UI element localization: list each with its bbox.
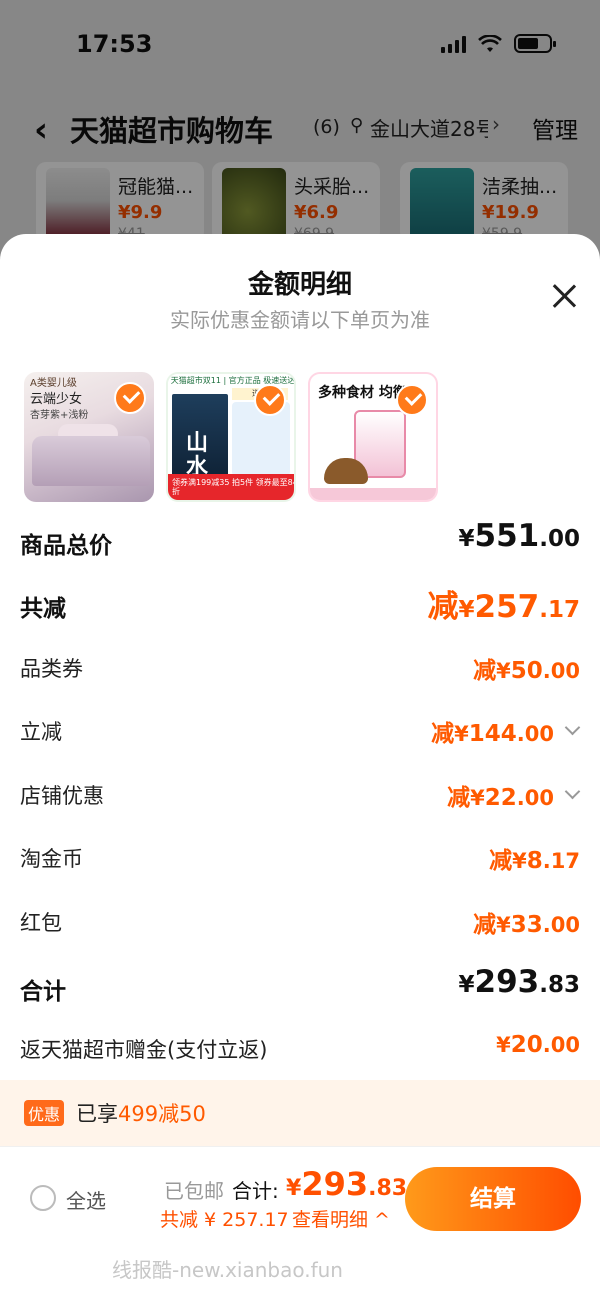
- sheet-subtitle: 实际优惠金额请以下单页为准: [170, 308, 430, 332]
- row-value: 减¥22.00: [447, 785, 554, 811]
- row-label: 合计: [20, 979, 66, 1005]
- book-cover-title: 山水: [186, 431, 209, 480]
- row-value: 减¥257.17: [427, 589, 580, 625]
- total-value: ¥293.83: [286, 1165, 408, 1203]
- thumb-title: 多种食材 均衡: [318, 385, 407, 401]
- row-label: 返天猫超市赠金(支付立返): [20, 1038, 268, 1062]
- select-all-checkbox[interactable]: [30, 1185, 56, 1211]
- row-cashback: 返天猫超市赠金(支付立返) ¥20.00: [20, 1028, 580, 1068]
- row-red-packet: 红包 减¥33.00: [20, 901, 580, 941]
- row-category-coupon: 品类券 减¥50.00: [20, 647, 580, 687]
- product-thumbnail[interactable]: A类婴儿级 云端少女 杏芽紫+浅粉: [24, 372, 154, 502]
- bedding-illustration: [32, 436, 150, 486]
- chevron-down-icon[interactable]: [564, 783, 581, 800]
- row-label: 商品总价: [20, 533, 112, 559]
- row-label: 立减: [20, 720, 62, 744]
- row-subtotal: 合计 ¥293.83: [20, 964, 580, 1006]
- thumb-title: 云端少女: [30, 392, 83, 407]
- row-value: ¥293.83: [458, 964, 580, 1000]
- row-value: 减¥144.00: [431, 721, 554, 747]
- row-total-reduction: 共减 减¥257.17: [20, 583, 580, 625]
- watermark-text: 线报酷-new.xianbao.fun: [112, 1258, 343, 1282]
- checkmark-icon[interactable]: [254, 384, 286, 416]
- promo-strip: 领券满199减35 拍5件 领券最至84折: [168, 474, 296, 500]
- select-all-label[interactable]: 全选: [66, 1185, 106, 1214]
- product-thumbnails: A类婴儿级 云端少女 杏芽紫+浅粉 天猫超市双11 | 官方正品 极速送达 山水…: [24, 372, 584, 502]
- chevron-down-icon[interactable]: [564, 719, 581, 736]
- row-taojinbi: 淘金币 减¥8.17: [20, 837, 580, 877]
- sheet-title: 金额明细: [247, 270, 352, 300]
- row-store-discount[interactable]: 店铺优惠 减¥22.00: [20, 774, 581, 814]
- row-total-price: 商品总价 ¥551.00: [20, 518, 580, 560]
- product-thumbnail[interactable]: 天猫超市双11 | 官方正品 极速送达 山水 道理 领券满199减35 拍5件 …: [166, 372, 296, 502]
- promo-bar: 优惠 已享499减50: [0, 1080, 600, 1146]
- free-shipping-label: 已包邮: [164, 1179, 224, 1203]
- row-label: 店铺优惠: [20, 784, 104, 808]
- row-value: ¥551.00: [458, 518, 580, 554]
- row-value: 减¥8.17: [489, 848, 580, 874]
- row-value: 减¥33.00: [473, 912, 580, 938]
- total-label: 合计:: [232, 1179, 279, 1203]
- checkout-footer: 全选 已包邮 合计: ¥293.83 共减 ¥ 257.17 查看明细 ^ 结算: [0, 1146, 600, 1256]
- row-label: 红包: [20, 911, 62, 935]
- row-label: 淘金币: [20, 847, 83, 871]
- product-thumbnail[interactable]: 多种食材 均衡: [308, 372, 438, 502]
- promo-text: 已享499减50: [76, 1102, 206, 1126]
- row-value: ¥20.00: [496, 1032, 580, 1058]
- book-cover: 山水: [172, 394, 228, 480]
- promo-strip-text: 领券满199减35 拍5件 领券最至84折: [172, 478, 296, 496]
- thumb-tag: A类婴儿级: [30, 378, 77, 389]
- row-label: 品类券: [20, 657, 83, 681]
- row-instant-discount[interactable]: 立减 减¥144.00: [20, 710, 581, 750]
- discount-badge: 优惠: [24, 1100, 65, 1126]
- view-details-link[interactable]: 查看明细 ^: [292, 1205, 390, 1232]
- row-value: 减¥50.00: [473, 658, 580, 684]
- checkout-button[interactable]: 结算: [405, 1167, 581, 1231]
- total-reduction-text: 共减 ¥ 257.17: [160, 1209, 289, 1231]
- close-icon[interactable]: [550, 282, 578, 310]
- thumb-footer-strip: [310, 488, 436, 500]
- checkmark-icon[interactable]: [396, 384, 428, 416]
- checkmark-icon[interactable]: [114, 382, 146, 414]
- row-label: 共减: [20, 596, 66, 622]
- thumb-subtitle: 杏芽紫+浅粉: [30, 410, 89, 421]
- amount-detail-sheet: 金额明细 实际优惠金额请以下单页为准 A类婴儿级 云端少女 杏芽紫+浅粉 天猫超…: [0, 234, 600, 1300]
